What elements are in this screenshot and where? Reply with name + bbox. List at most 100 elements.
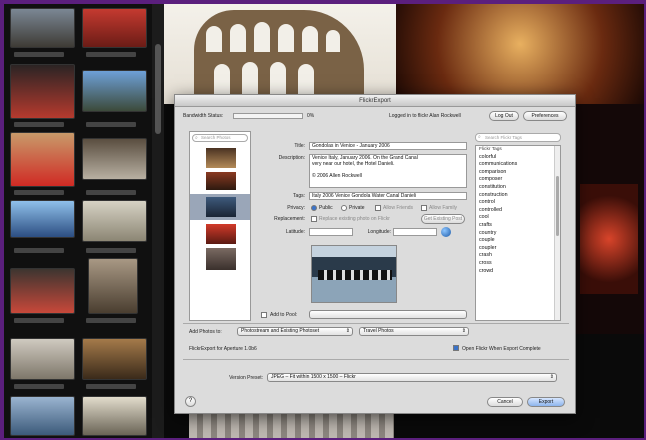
replacement-label: Replacement: <box>274 216 305 222</box>
globe-icon[interactable] <box>441 227 451 237</box>
thumbnail[interactable] <box>10 64 75 119</box>
thumbnail[interactable] <box>82 70 147 112</box>
tag-item[interactable]: controlled <box>476 207 560 215</box>
logout-button[interactable]: Log Out <box>489 111 519 121</box>
thumbnail[interactable] <box>82 138 147 180</box>
tag-item[interactable]: country <box>476 230 560 238</box>
photos-panel[interactable]: ⌕ Search Photos <box>189 131 251 321</box>
version-text: FlickrExport for Aperture 1.0b6 <box>189 346 257 352</box>
tag-item[interactable]: cool <box>476 214 560 222</box>
divider <box>183 323 569 324</box>
cancel-button[interactable]: Cancel <box>487 397 523 407</box>
thumbnail[interactable] <box>10 268 75 314</box>
thumbnail[interactable] <box>82 396 147 436</box>
replace-existing-checkbox[interactable] <box>311 216 317 222</box>
longitude-field[interactable] <box>393 228 437 236</box>
tag-item[interactable]: comparison <box>476 169 560 177</box>
description-line: © 2006 Allen Rockwell <box>312 173 362 179</box>
preferences-button[interactable]: Preferences <box>523 111 567 121</box>
export-button[interactable]: Export <box>527 397 565 407</box>
tags-scrollbar[interactable] <box>554 146 560 320</box>
logged-in-status: Logged in to flickr Alan Rockwell <box>389 113 461 119</box>
add-to-pool-checkbox[interactable] <box>261 312 267 318</box>
tag-item[interactable]: construction <box>476 192 560 200</box>
filmstrip[interactable] <box>4 4 152 438</box>
thumbnail-caption <box>14 318 64 323</box>
photo-thumbnail[interactable] <box>206 224 236 244</box>
photo-thumbnail[interactable] <box>206 197 236 217</box>
latitude-field[interactable] <box>309 228 353 236</box>
tag-item[interactable]: cross <box>476 260 560 268</box>
privacy-public-label: Public <box>319 205 333 211</box>
tag-item[interactable]: coupler <box>476 245 560 253</box>
thumbnail[interactable] <box>10 132 75 187</box>
stone-photo <box>189 414 394 438</box>
search-tags-icon: ⌕ <box>478 134 481 140</box>
tag-item[interactable]: crafts <box>476 222 560 230</box>
search-tags-field[interactable]: ⌕ Search Flickr Tags <box>475 133 561 142</box>
bandwidth-meter <box>233 113 303 119</box>
open-after-export-checkbox[interactable] <box>453 345 459 351</box>
thumbnail[interactable] <box>10 200 75 238</box>
replace-existing-label: Replace existing photo on Flickr <box>319 216 390 222</box>
privacy-private-radio[interactable] <box>341 205 347 211</box>
thumbnail[interactable] <box>82 338 147 380</box>
tag-item[interactable]: couple <box>476 237 560 245</box>
thumbnail[interactable] <box>10 338 75 380</box>
thumbnail[interactable] <box>82 8 147 48</box>
allow-friends-checkbox[interactable] <box>375 205 381 211</box>
tag-item[interactable]: crowd <box>476 268 560 276</box>
tag-item[interactable]: constitution <box>476 184 560 192</box>
tags-label: Tags: <box>293 193 305 199</box>
privacy-public-radio[interactable] <box>311 205 317 211</box>
dialog-title: FlickrExport <box>175 95 575 107</box>
tag-item[interactable]: communications <box>476 161 560 169</box>
popup-arrows-icon: ⇕ <box>345 328 350 334</box>
help-button[interactable]: ? <box>185 396 196 407</box>
title-label: Title: <box>294 143 305 149</box>
thumbnail-caption <box>86 248 136 253</box>
photoset-popup[interactable]: Travel Photos ⇕ <box>359 327 469 336</box>
thumbnail-caption <box>14 384 64 389</box>
bandwidth-label: Bandwidth Status: <box>183 113 224 119</box>
photo-thumbnail[interactable] <box>206 172 236 190</box>
title-field[interactable]: Gondolas in Venice - January 2006 <box>309 142 467 150</box>
tags-list[interactable]: Flickr Tags colorful communications comp… <box>475 145 561 321</box>
search-icon: ⌕ <box>195 135 198 141</box>
tags-field[interactable]: Italy 2006 Venice Gondola Water Canal Da… <box>309 192 467 200</box>
tag-item[interactable]: composer <box>476 176 560 184</box>
description-label: Description: <box>278 155 305 161</box>
search-tags-placeholder: Search Flickr Tags <box>485 135 522 140</box>
thumbnail[interactable] <box>10 8 75 48</box>
pool-popup[interactable] <box>309 310 467 319</box>
flickr-export-dialog: FlickrExport Bandwidth Status: 0% Logged… <box>174 94 576 414</box>
search-photos-field[interactable]: ⌕ Search Photos <box>192 134 248 142</box>
add-photos-to-label: Add Photos to: <box>189 329 222 335</box>
get-existing-button[interactable]: Get Existing Post <box>421 214 465 224</box>
longitude-label: Longitude: <box>367 229 391 235</box>
search-photos-placeholder: Search Photos <box>201 135 231 140</box>
thumbnail-caption <box>86 318 136 323</box>
tag-item[interactable]: crash <box>476 252 560 260</box>
allow-family-checkbox[interactable] <box>421 205 427 211</box>
photo-thumbnail[interactable] <box>206 148 236 168</box>
scroll-knob[interactable] <box>155 44 161 134</box>
thumbnail[interactable] <box>82 200 147 242</box>
photo-thumbnail[interactable] <box>206 248 236 270</box>
description-field[interactable]: Venice Italy, January 2006. On the Grand… <box>309 154 467 188</box>
add-to-pool-label: Add to Pool: <box>270 312 298 318</box>
privacy-label: Privacy: <box>287 205 305 211</box>
tag-item[interactable]: colorful <box>476 154 560 162</box>
popup-arrows-icon: ⇕ <box>461 328 466 334</box>
tags-scroll-knob[interactable] <box>556 176 559 236</box>
thumbnail-caption <box>14 122 64 127</box>
version-preset-popup[interactable]: JPEG – Fit within 1500 x 1500 – Flickr ⇕ <box>267 373 557 382</box>
tag-item[interactable]: control <box>476 199 560 207</box>
version-preset-value: JPEG – Fit within 1500 x 1500 – Flickr <box>271 374 356 380</box>
thumbnail[interactable] <box>10 396 75 436</box>
tag-item[interactable]: Flickr Tags <box>476 146 560 154</box>
thumbnail[interactable] <box>88 258 138 314</box>
add-photos-to-popup[interactable]: Photostream and Existing Photoset ⇕ <box>237 327 353 336</box>
filmstrip-scrollbar[interactable] <box>152 4 164 438</box>
thumbnail-caption <box>86 122 136 127</box>
